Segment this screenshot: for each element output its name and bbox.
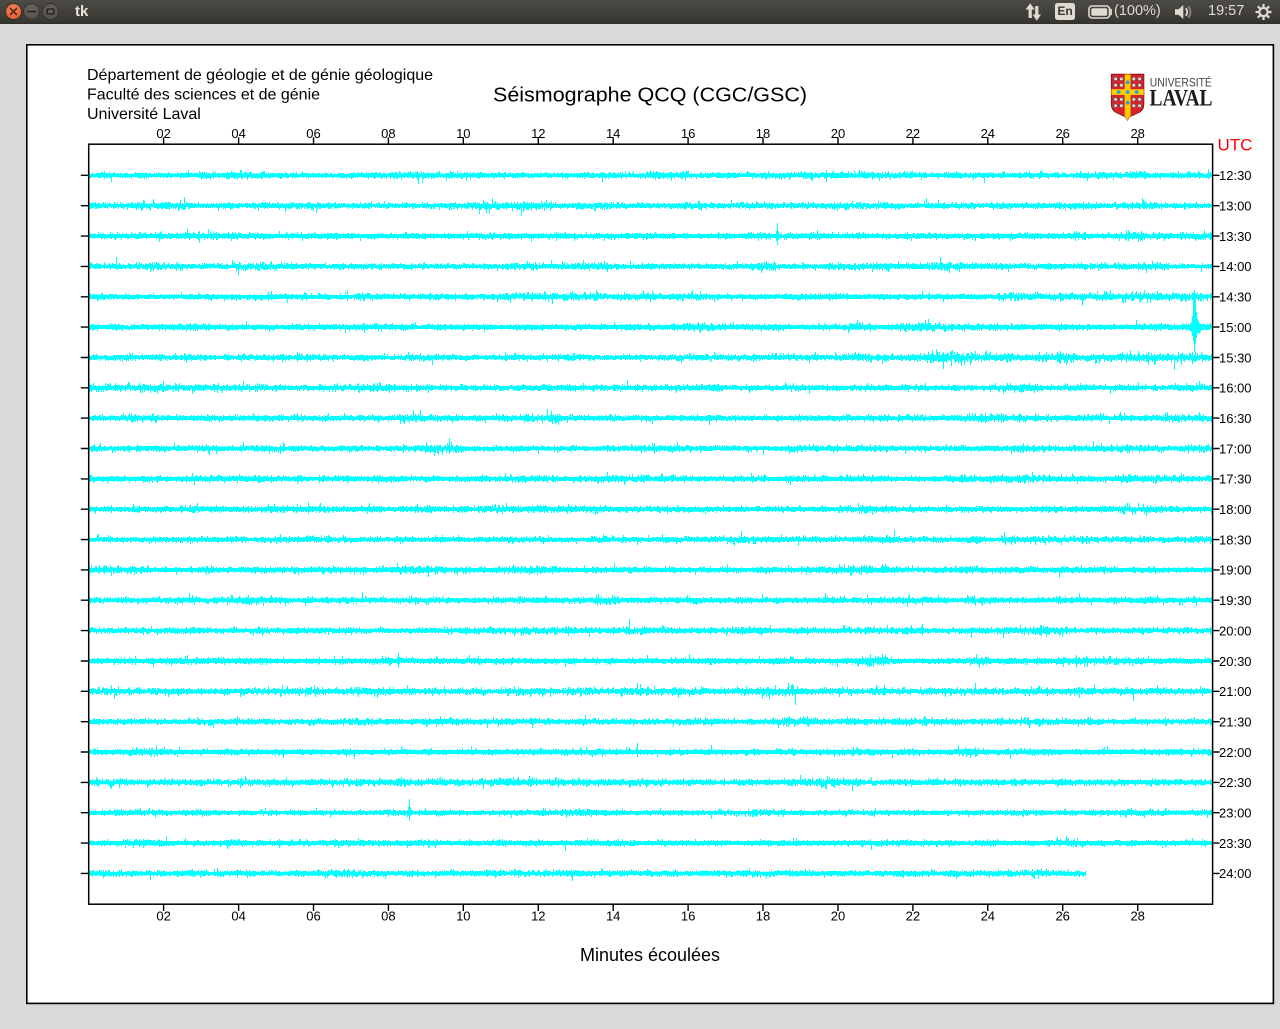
svg-text:22: 22 — [906, 909, 920, 924]
svg-text:23:30: 23:30 — [1219, 836, 1252, 851]
svg-text:14:30: 14:30 — [1219, 290, 1252, 305]
svg-text:Université Laval: Université Laval — [87, 106, 201, 123]
svg-text:16:30: 16:30 — [1219, 411, 1252, 426]
svg-text:17:30: 17:30 — [1219, 472, 1252, 487]
svg-text:26: 26 — [1055, 126, 1069, 141]
svg-text:LAVAL: LAVAL — [1150, 86, 1213, 111]
svg-text:21:00: 21:00 — [1219, 684, 1252, 699]
svg-text:20:30: 20:30 — [1219, 654, 1252, 669]
svg-text:12: 12 — [531, 909, 545, 924]
svg-text:04: 04 — [231, 909, 245, 924]
svg-text:14:00: 14:00 — [1219, 259, 1252, 274]
svg-text:13:00: 13:00 — [1219, 199, 1252, 214]
svg-text:18: 18 — [756, 126, 770, 141]
svg-text:24: 24 — [981, 909, 995, 924]
svg-text:18: 18 — [756, 909, 770, 924]
svg-text:24: 24 — [981, 126, 995, 141]
svg-text:18:30: 18:30 — [1219, 532, 1252, 547]
svg-text:20: 20 — [831, 909, 845, 924]
svg-text:08: 08 — [381, 126, 395, 141]
svg-text:21:30: 21:30 — [1219, 715, 1252, 730]
svg-text:28: 28 — [1130, 126, 1144, 141]
svg-text:02: 02 — [156, 909, 170, 924]
svg-text:14: 14 — [606, 909, 620, 924]
svg-text:22: 22 — [906, 126, 920, 141]
svg-text:22:00: 22:00 — [1219, 745, 1252, 760]
svg-text:12: 12 — [531, 126, 545, 141]
svg-text:06: 06 — [306, 909, 320, 924]
svg-text:17:00: 17:00 — [1219, 441, 1252, 456]
svg-text:13:30: 13:30 — [1219, 229, 1252, 244]
svg-text:16: 16 — [681, 909, 695, 924]
svg-text:19:00: 19:00 — [1219, 563, 1252, 578]
svg-text:22:30: 22:30 — [1219, 775, 1252, 790]
svg-text:16:00: 16:00 — [1219, 381, 1252, 396]
svg-text:20: 20 — [831, 126, 845, 141]
svg-text:UTC: UTC — [1218, 136, 1253, 155]
svg-text:16: 16 — [681, 126, 695, 141]
svg-text:24:00: 24:00 — [1219, 866, 1252, 881]
svg-text:04: 04 — [231, 126, 245, 141]
svg-text:02: 02 — [156, 126, 170, 141]
svg-text:Faculté des sciences et de gén: Faculté des sciences et de génie — [87, 87, 320, 104]
svg-text:18:00: 18:00 — [1219, 502, 1252, 517]
svg-text:10: 10 — [456, 909, 470, 924]
svg-text:Département de géologie et de: Département de géologie et de génie géol… — [87, 67, 433, 84]
svg-text:10: 10 — [456, 126, 470, 141]
svg-text:Minutes écoulées: Minutes écoulées — [580, 945, 720, 965]
svg-text:Séismographe QCQ (CGC/GSC): Séismographe QCQ (CGC/GSC) — [493, 85, 807, 107]
svg-text:15:30: 15:30 — [1219, 350, 1252, 365]
svg-text:15:00: 15:00 — [1219, 320, 1252, 335]
svg-text:14: 14 — [606, 126, 620, 141]
svg-text:19:30: 19:30 — [1219, 593, 1252, 608]
svg-text:08: 08 — [381, 909, 395, 924]
svg-text:20:00: 20:00 — [1219, 623, 1252, 638]
svg-text:23:00: 23:00 — [1219, 806, 1252, 821]
svg-text:26: 26 — [1055, 909, 1069, 924]
svg-text:28: 28 — [1130, 909, 1144, 924]
svg-text:12:30: 12:30 — [1219, 168, 1252, 183]
svg-text:06: 06 — [306, 126, 320, 141]
